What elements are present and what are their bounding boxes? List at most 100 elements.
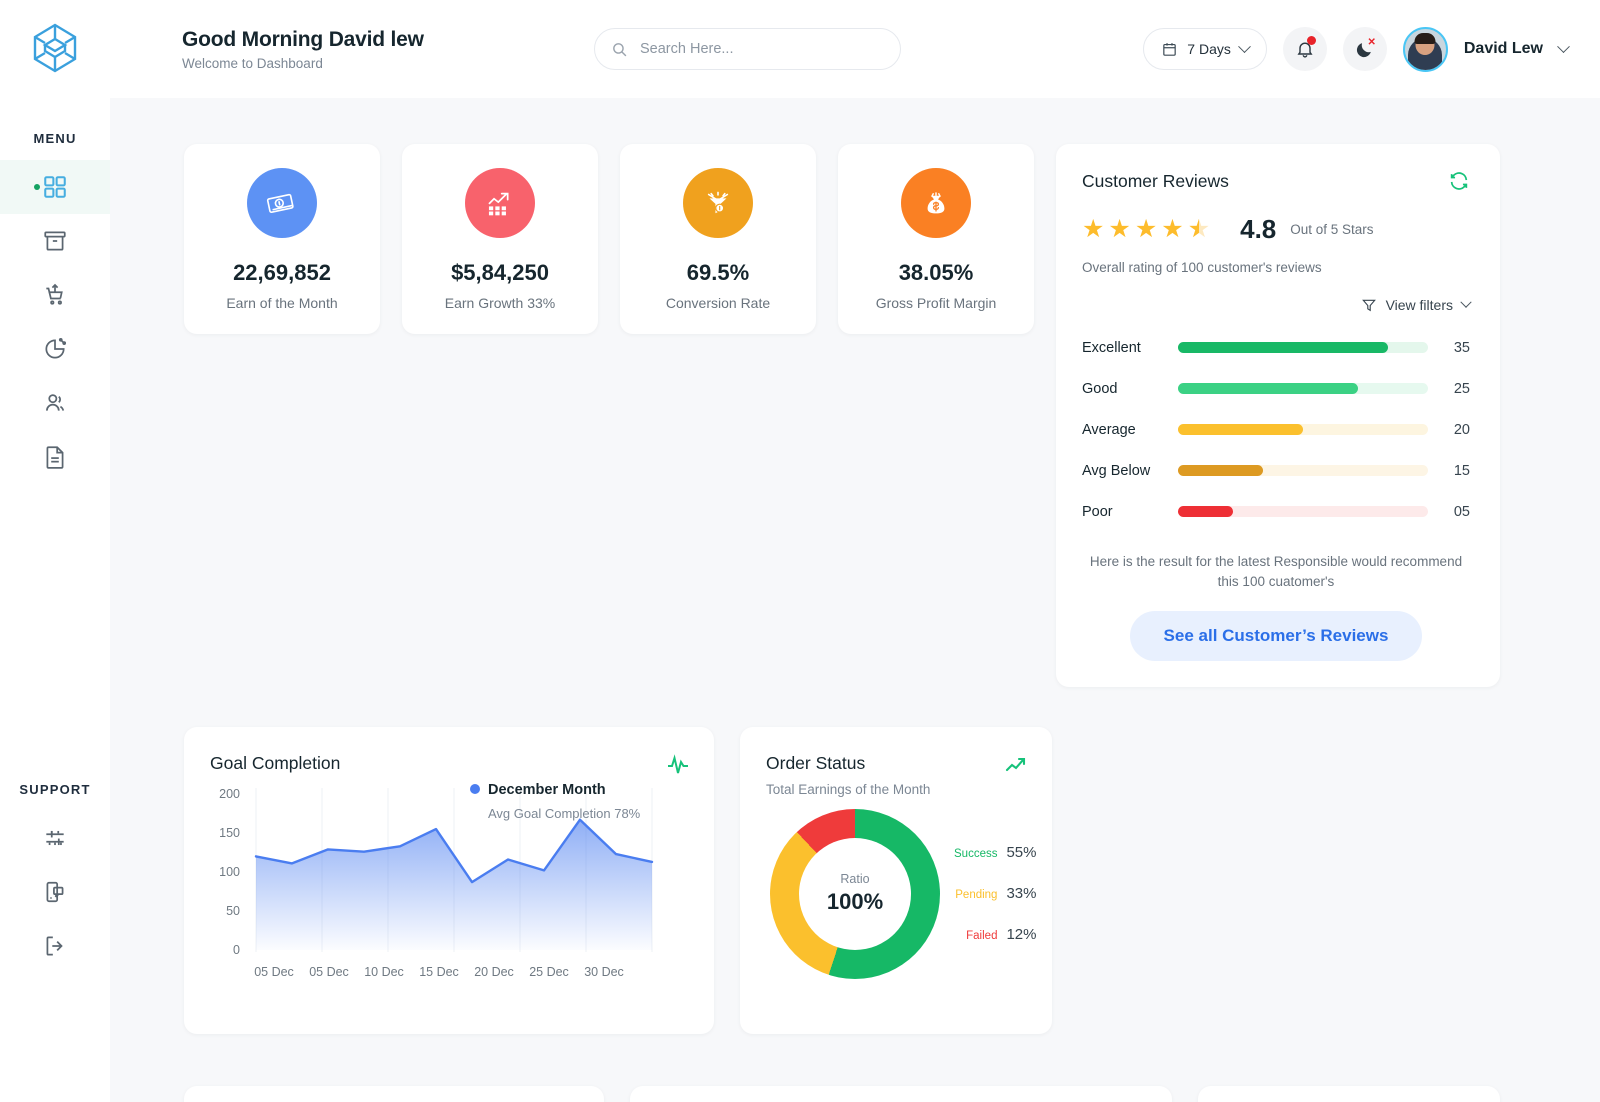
review-bar-row: Average 20 — [1082, 409, 1470, 450]
review-bar-label: Avg Below — [1082, 462, 1151, 479]
review-bar-fill — [1178, 383, 1358, 394]
device-message-icon — [46, 881, 64, 903]
half-star-icon: ★ — [1188, 217, 1210, 243]
reviews-header: Customer Reviews — [1082, 170, 1470, 192]
topbar-right: 7 Days ✕ David Lew — [1143, 26, 1570, 72]
dark-mode-toggle[interactable]: ✕ — [1342, 27, 1387, 71]
review-bar-label: Poor — [1082, 503, 1113, 520]
review-bar-track — [1178, 506, 1428, 517]
sidebar-item-users[interactable] — [0, 376, 110, 430]
review-bar-row: Avg Below 15 — [1082, 450, 1470, 491]
date-range-picker[interactable]: 7 Days — [1143, 28, 1267, 70]
sidebar-item-dashboard[interactable] — [0, 160, 110, 214]
stat-card-earn-growth[interactable]: $5,84,250 Earn Growth 33% — [402, 144, 598, 334]
user-name: David Lew — [1463, 40, 1543, 57]
review-bar-track — [1178, 383, 1428, 394]
sidebar-item-help[interactable] — [0, 865, 110, 919]
svg-text:25 Dec: 25 Dec — [529, 965, 569, 979]
dashboard-root: MENU SUPPORT Good Morning David lew Welc… — [0, 0, 1600, 1102]
sidebar-item-archive[interactable] — [0, 214, 110, 268]
review-bar-count: 35 — [1453, 339, 1470, 356]
growth-chart-icon — [465, 167, 535, 238]
see-all-reviews-button[interactable]: See all Customer’s Reviews — [1129, 610, 1423, 661]
order-status-card: Order Status Total Earnings of the Month… — [740, 726, 1052, 1034]
reviews-overall-text: Overall rating of 100 customer's reviews — [1082, 260, 1322, 275]
customer-reviews-card: Customer Reviews ★ ★ ★ ★ ★ ★ 4.8 Out of … — [1056, 144, 1500, 687]
svg-text:15 Dec: 15 Dec — [419, 965, 459, 979]
archive-box-icon — [44, 231, 66, 251]
active-indicator-dot — [34, 184, 40, 190]
order-legend-name: Success — [954, 848, 998, 860]
calendar-icon — [1163, 42, 1177, 56]
pie-percent-icon — [45, 337, 67, 359]
refresh-icon[interactable] — [1448, 170, 1470, 192]
funnel-coin-icon — [683, 167, 753, 238]
avatar[interactable] — [1402, 26, 1448, 72]
avatar-hair — [1414, 32, 1436, 44]
stat-cards: 22,69,852 Earn of the Month $5,84,250 Ea… — [184, 144, 1034, 334]
search-box[interactable] — [594, 28, 901, 70]
sidebar-item-analytics[interactable] — [0, 322, 110, 376]
svg-text:30 Dec: 30 Dec — [584, 965, 624, 979]
star-rating: ★ ★ ★ ★ ★ — [1082, 215, 1210, 243]
star-icon: ★ — [1161, 215, 1184, 243]
date-range-label: 7 Days — [1187, 41, 1231, 57]
review-bar-row: Excellent 35 — [1082, 327, 1470, 368]
row-goal-and-order: Goal Completion 200 150 100 50 0 Decembe… — [184, 726, 1500, 1034]
page-subtitle: Welcome to Dashboard — [182, 55, 323, 71]
sidebar-support-label: SUPPORT — [19, 782, 91, 797]
notification-badge — [1306, 36, 1316, 45]
user-menu-chevron-down-icon[interactable] — [1557, 39, 1570, 53]
website-visitors-card: Website Visitors Performance New Returni… — [630, 1085, 1172, 1102]
star-icon: ★ — [1082, 215, 1105, 243]
search-icon — [613, 42, 627, 56]
reviews-title: Customer Reviews — [1082, 170, 1229, 191]
svg-text:05 Dec: 05 Dec — [254, 965, 294, 979]
sidebar: MENU SUPPORT — [0, 0, 110, 1102]
view-filters-button[interactable]: View filters — [1082, 296, 1472, 313]
chevron-down-icon — [1237, 39, 1251, 53]
money-bills-icon — [247, 167, 317, 238]
sidebar-item-logout[interactable] — [0, 919, 110, 973]
review-bar-label: Excellent — [1082, 339, 1141, 356]
stat-card-conversion-rate[interactable]: 69.5% Conversion Rate — [620, 144, 816, 334]
review-bar-track — [1178, 342, 1428, 353]
svg-text:05 Dec: 05 Dec — [309, 965, 349, 979]
order-legend-item: Success 55% — [954, 844, 1050, 861]
order-legend-value: 55% — [1006, 844, 1037, 861]
svg-text:50: 50 — [226, 904, 240, 918]
pulse-icon[interactable] — [666, 753, 690, 777]
sidebar-item-settings[interactable] — [0, 811, 110, 865]
sidebar-nav — [0, 160, 110, 484]
order-legend: Success 55% Pending 33% Failed 12% — [954, 844, 1050, 943]
donut-center-value: 100% — [826, 889, 884, 914]
review-bar-label: Average — [1082, 421, 1136, 438]
greeting-block: Good Morning David lew Welcome to Dashbo… — [182, 28, 512, 71]
notifications-button[interactable] — [1282, 27, 1327, 71]
order-legend-item: Pending 33% — [954, 885, 1050, 902]
goal-legend-title: December Month — [488, 782, 606, 798]
rating-row: ★ ★ ★ ★ ★ 4.8 Out of 5 Stars — [1082, 214, 1470, 245]
app-logo[interactable] — [30, 22, 80, 79]
review-bar-count: 20 — [1453, 421, 1470, 438]
goal-completion-card: Goal Completion 200 150 100 50 0 Decembe… — [184, 726, 714, 1034]
stat-card-earn-month[interactable]: 22,69,852 Earn of the Month — [184, 144, 380, 334]
topbar: Good Morning David lew Welcome to Dashbo… — [110, 0, 1600, 98]
trending-up-icon[interactable] — [1004, 753, 1028, 777]
stat-label: Earn of the Month — [226, 294, 338, 311]
order-subtitle: Total Earnings of the Month — [766, 781, 931, 797]
rating-value: 4.8 — [1240, 214, 1277, 244]
stat-label: Gross Profit Margin — [875, 294, 997, 311]
row-seller-visitors-tasks: Top Seller Profile Country Product Jacob… — [184, 1085, 1500, 1102]
money-bag-icon — [901, 167, 971, 238]
star-icon: ★ — [1108, 215, 1131, 243]
stat-card-gross-profit[interactable]: 38.05% Gross Profit Margin — [838, 144, 1034, 334]
order-legend-name: Pending — [955, 889, 998, 901]
sidebar-item-orders[interactable] — [0, 268, 110, 322]
review-bar-track — [1178, 424, 1428, 435]
review-bar-track — [1178, 465, 1428, 476]
sidebar-item-reports[interactable] — [0, 430, 110, 484]
chevron-down-icon — [1460, 296, 1472, 308]
search-input[interactable] — [640, 41, 884, 57]
review-bar-fill — [1178, 342, 1388, 353]
